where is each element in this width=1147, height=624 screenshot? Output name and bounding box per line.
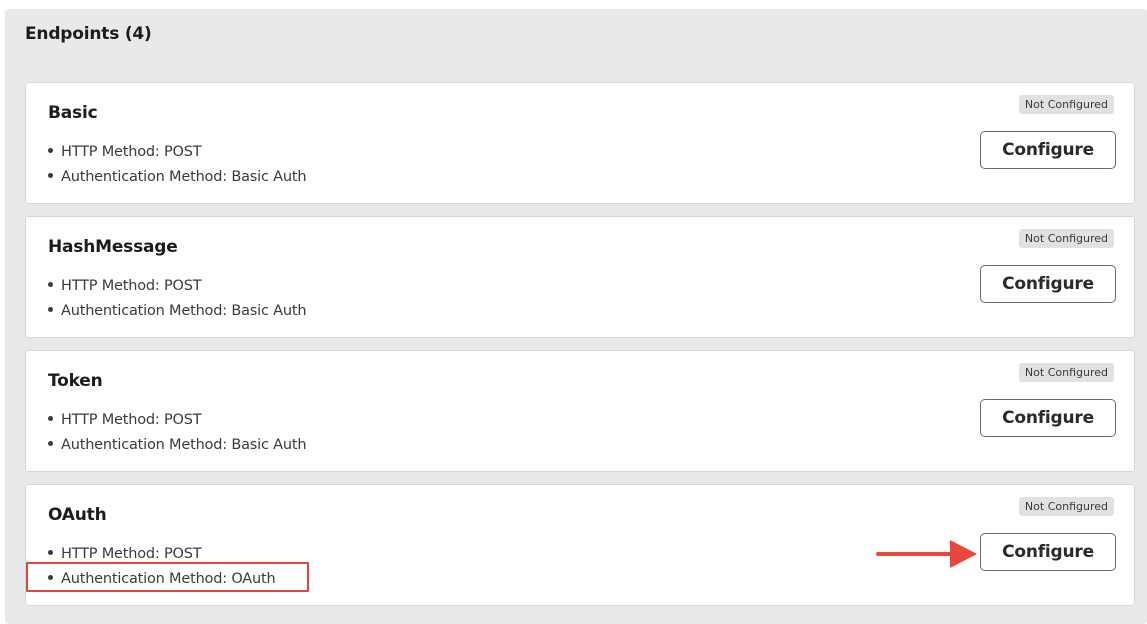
bullet-icon	[48, 440, 53, 446]
endpoint-details: HTTP Method: POST Authentication Method:…	[48, 408, 307, 458]
detail-text: Authentication Method: Basic Auth	[61, 169, 307, 185]
status-badge: Not Configured	[1018, 95, 1114, 114]
endpoint-name: Basic	[48, 103, 98, 123]
endpoint-details: HTTP Method: POST Authentication Method:…	[48, 274, 307, 324]
detail-http-method: HTTP Method: POST	[48, 408, 306, 433]
detail-text: HTTP Method: POST	[61, 278, 202, 294]
configure-button-oauth[interactable]: Configure	[980, 533, 1116, 571]
endpoint-details: HTTP Method: POST Authentication Method:…	[48, 140, 307, 190]
detail-text: HTTP Method: POST	[61, 546, 202, 562]
detail-auth-method: Authentication Method: Basic Auth	[48, 299, 307, 324]
configure-button-basic[interactable]: Configure	[980, 131, 1116, 169]
bullet-icon	[48, 549, 53, 555]
detail-text: HTTP Method: POST	[61, 144, 202, 160]
detail-http-method: HTTP Method: POST	[48, 140, 306, 165]
detail-text: HTTP Method: POST	[61, 412, 202, 428]
endpoint-card-hashmessage: HashMessage HTTP Method: POST Authentica…	[25, 216, 1135, 338]
configure-button-token[interactable]: Configure	[980, 399, 1116, 437]
endpoint-name: Token	[48, 371, 103, 391]
bullet-icon	[48, 306, 53, 312]
bullet-icon	[48, 172, 53, 178]
detail-auth-method: Authentication Method: Basic Auth	[48, 165, 307, 190]
status-badge: Not Configured	[1018, 229, 1114, 248]
endpoint-card-token: Token HTTP Method: POST Authentication M…	[25, 350, 1135, 472]
status-badge: Not Configured	[1018, 497, 1114, 516]
endpoint-name: OAuth	[48, 505, 107, 525]
configure-button-hashmessage[interactable]: Configure	[980, 265, 1116, 303]
bullet-icon	[48, 415, 53, 421]
bullet-icon	[48, 281, 53, 287]
status-badge: Not Configured	[1018, 363, 1114, 382]
detail-text: Authentication Method: Basic Auth	[61, 437, 307, 453]
panel-title: Endpoints (4)	[25, 24, 152, 44]
detail-auth-method: Authentication Method: Basic Auth	[48, 433, 307, 458]
endpoint-card-basic: Basic HTTP Method: POST Authentication M…	[25, 82, 1135, 204]
highlight-box-annotation	[26, 562, 309, 592]
top-strip	[0, 0, 1147, 9]
detail-http-method: HTTP Method: POST	[48, 274, 306, 299]
arrow-right-icon	[876, 540, 977, 568]
bullet-icon	[48, 147, 53, 153]
endpoint-name: HashMessage	[48, 237, 178, 257]
detail-text: Authentication Method: Basic Auth	[61, 303, 307, 319]
